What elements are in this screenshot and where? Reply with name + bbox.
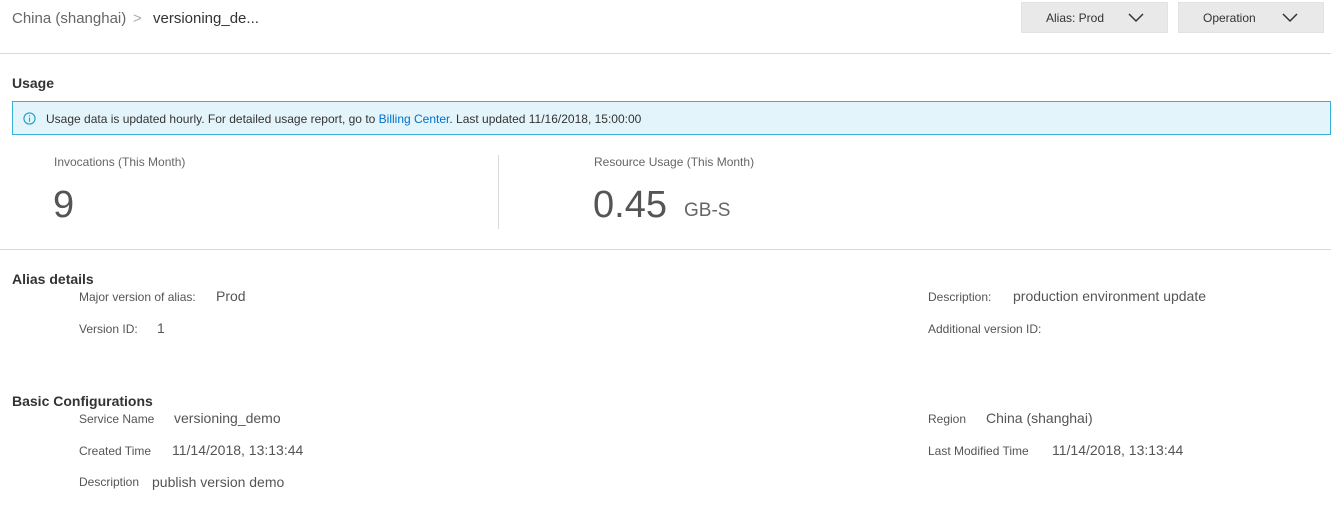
alias-description-value: production environment update [1013,288,1207,304]
alias-dropdown-button[interactable]: Alias: Prod [1021,2,1168,33]
additional-version-id-label: Additional version ID: [928,322,1042,336]
alias-description-label: Description: [928,290,992,304]
major-version-label: Major version of alias: [79,290,196,304]
breadcrumb-separator: > [133,10,142,27]
chevron-down-icon [1282,13,1298,23]
basic-config-title: Basic Configurations [12,393,153,409]
invocations-label: Invocations (This Month) [54,155,186,169]
resource-usage-value: 0.45 [593,184,667,226]
service-name-label: Service Name [79,412,155,426]
created-time-value: 11/14/2018, 13:13:44 [172,442,304,458]
chevron-down-icon [1128,13,1144,23]
usage-divider [0,249,1331,250]
breadcrumb-current: versioning_de... [153,10,259,27]
service-name-value: versioning_demo [174,410,281,426]
version-id-label: Version ID: [79,322,138,336]
info-icon [23,112,36,125]
banner-prefix-text: Usage data is updated hourly. For detail… [46,112,379,126]
resource-usage-label: Resource Usage (This Month) [594,155,755,169]
alias-details-title: Alias details [12,271,94,287]
last-modified-label: Last Modified Time [928,444,1029,458]
operation-dropdown-button[interactable]: Operation [1178,2,1324,33]
last-modified-value: 11/14/2018, 13:13:44 [1052,442,1184,458]
major-version-value: Prod [216,288,246,304]
created-time-label: Created Time [79,444,152,458]
alias-dropdown-label: Alias: Prod [1046,11,1105,25]
config-description-label: Description [79,475,140,489]
usage-banner-text: Usage data is updated hourly. For detail… [46,112,641,126]
usage-info-banner: Usage data is updated hourly. For detail… [12,101,1331,135]
resource-usage-unit: GB-S [684,200,731,221]
region-label: Region [928,412,967,426]
billing-center-link[interactable]: Billing Center [379,112,450,126]
operation-dropdown-label: Operation [1203,11,1256,25]
header-divider [0,53,1331,54]
stats-divider [498,155,499,229]
breadcrumb-region[interactable]: China (shanghai) [12,10,126,27]
banner-suffix-text: . Last updated 11/16/2018, 15:00:00 [449,112,642,126]
usage-section-title: Usage [12,75,55,91]
version-id-value: 1 [157,320,165,336]
region-value: China (shanghai) [986,410,1093,426]
config-description-value: publish version demo [152,474,285,490]
invocations-value: 9 [53,184,75,226]
